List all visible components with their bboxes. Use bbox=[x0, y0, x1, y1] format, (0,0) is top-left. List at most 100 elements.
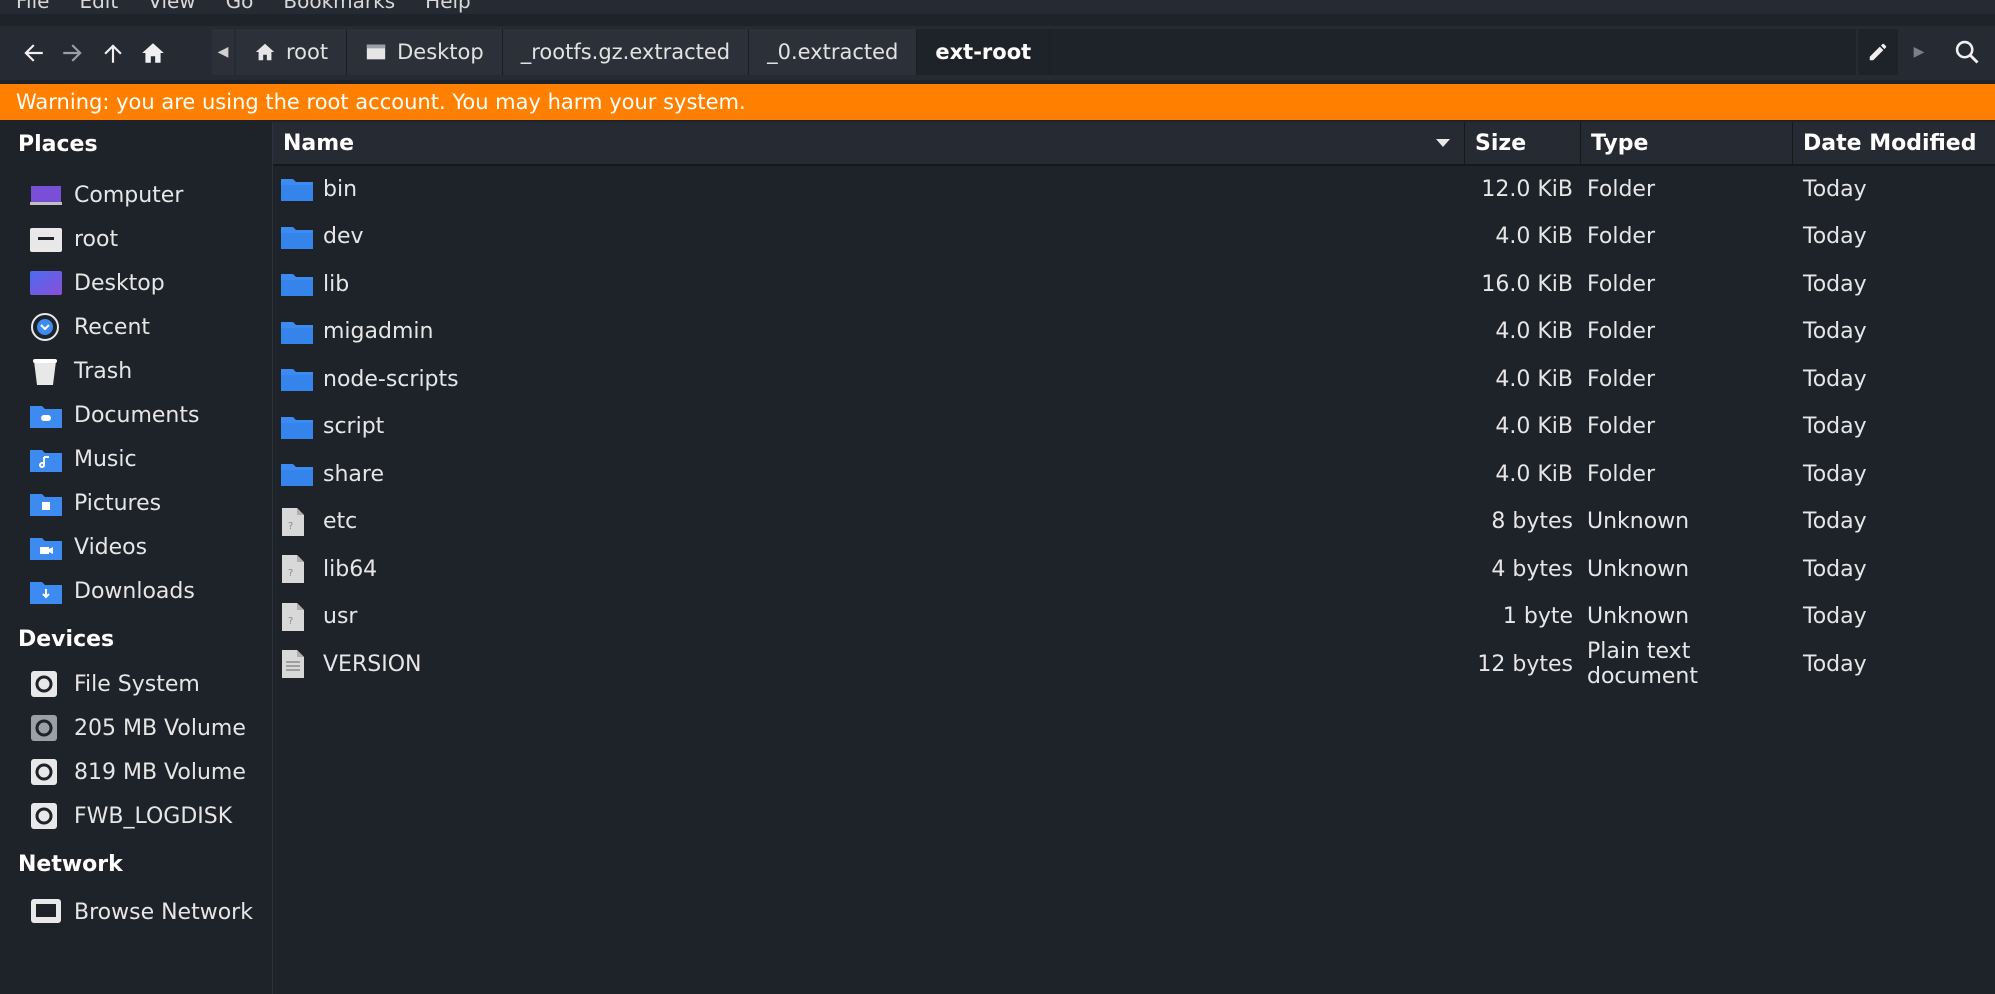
sidebar-item-computer[interactable]: Computer bbox=[30, 175, 183, 215]
crumb-label: Desktop bbox=[397, 40, 484, 64]
forward-button[interactable] bbox=[54, 33, 92, 73]
column-date-modified[interactable]: Date Modified bbox=[1793, 122, 1995, 164]
file-name-cell: lib bbox=[281, 261, 1431, 307]
file-row[interactable]: ? usr 1 byte Unknown Today bbox=[273, 594, 1995, 640]
unknown-file-icon: ? bbox=[281, 602, 315, 632]
file-date-modified: Today bbox=[1803, 461, 1867, 487]
file-name: etc bbox=[323, 509, 358, 534]
home-button[interactable] bbox=[134, 33, 172, 73]
file-type: Folder bbox=[1587, 271, 1655, 297]
menu-bookmarks[interactable]: Bookmarks bbox=[283, 0, 395, 13]
sidebar-item-trash[interactable]: Trash bbox=[30, 351, 132, 391]
file-row[interactable]: node-scripts 4.0 KiB Folder Today bbox=[273, 356, 1995, 402]
file-row[interactable]: lib 16.0 KiB Folder Today bbox=[273, 261, 1995, 307]
column-name[interactable]: Name bbox=[273, 122, 1465, 164]
sidebar-item-pictures[interactable]: Pictures bbox=[30, 483, 161, 523]
sidebar-item-label: Browse Network bbox=[74, 899, 253, 925]
search-button[interactable] bbox=[1944, 29, 1990, 75]
file-row[interactable]: ? lib64 4 bytes Unknown Today bbox=[273, 546, 1995, 592]
menu-edit[interactable]: Edit bbox=[79, 0, 118, 13]
sidebar-item-205mb-volume[interactable]: 205 MB Volume bbox=[30, 708, 246, 748]
sidebar-item-root[interactable]: root bbox=[30, 219, 118, 259]
folder-icon bbox=[281, 412, 315, 442]
crumb-ext-root[interactable]: ext-root bbox=[917, 29, 1051, 75]
file-row[interactable]: script 4.0 KiB Folder Today bbox=[273, 404, 1995, 450]
menu-go[interactable]: Go bbox=[226, 0, 254, 13]
crumb-label: _0.extracted bbox=[767, 40, 899, 64]
file-size: 4.0 KiB bbox=[1495, 461, 1573, 487]
file-size: 12.0 KiB bbox=[1481, 176, 1573, 202]
file-size: 4.0 KiB bbox=[1495, 319, 1573, 344]
menu-help[interactable]: Help bbox=[425, 0, 471, 13]
sidebar-item-videos[interactable]: Videos bbox=[30, 527, 147, 567]
file-row[interactable]: ? etc 8 bytes Unknown Today bbox=[273, 499, 1995, 545]
sidebar-item-file-system[interactable]: File System bbox=[30, 664, 200, 704]
svg-text:?: ? bbox=[288, 616, 293, 627]
drive-icon bbox=[30, 669, 66, 699]
file-row[interactable]: bin 12.0 KiB Folder Today bbox=[273, 166, 1995, 212]
file-size: 4 bytes bbox=[1491, 556, 1573, 582]
crumb-desktop[interactable]: Desktop bbox=[347, 29, 503, 75]
file-name-cell: share bbox=[281, 451, 1431, 497]
arrow-left-icon bbox=[24, 44, 43, 62]
pathbar-scroll-left[interactable]: ◀ bbox=[212, 29, 234, 75]
file-name-cell: ? lib64 bbox=[281, 546, 1431, 592]
pencil-icon bbox=[1869, 43, 1887, 61]
menu-view[interactable]: View bbox=[148, 0, 195, 13]
sidebar-item-recent[interactable]: Recent bbox=[30, 307, 150, 347]
places-heading: Places bbox=[18, 132, 98, 157]
column-size-label: Size bbox=[1475, 130, 1527, 156]
back-button[interactable] bbox=[14, 33, 52, 73]
folder-icon bbox=[281, 459, 315, 489]
file-name: VERSION bbox=[323, 651, 422, 677]
file-size: 4.0 KiB bbox=[1495, 224, 1573, 249]
edit-location-button[interactable] bbox=[1858, 29, 1898, 75]
sidebar-item-label: File System bbox=[74, 671, 200, 697]
file-size: 4.0 KiB bbox=[1495, 414, 1573, 439]
sidebar: Places Computer root Desktop Recent Tras… bbox=[0, 122, 273, 994]
sort-descending-icon bbox=[1436, 139, 1450, 147]
svg-text:?: ? bbox=[288, 568, 293, 579]
svg-text:?: ? bbox=[288, 521, 293, 532]
file-type: Unknown bbox=[1587, 604, 1690, 629]
file-type: Plain text document bbox=[1587, 639, 1698, 689]
pathbar-scroll-right[interactable]: ▶ bbox=[1908, 29, 1930, 75]
sidebar-item-documents[interactable]: Documents bbox=[30, 395, 199, 435]
sidebar-item-downloads[interactable]: Downloads bbox=[30, 571, 195, 611]
file-row[interactable]: migadmin 4.0 KiB Folder Today bbox=[273, 309, 1995, 355]
path-bar-empty[interactable] bbox=[1050, 29, 1856, 75]
file-type: Unknown bbox=[1587, 556, 1690, 582]
column-type[interactable]: Type bbox=[1581, 122, 1793, 164]
file-list-view: Name Size Type Date Modified bin 12.0 KiB… bbox=[273, 122, 1995, 994]
column-size[interactable]: Size bbox=[1465, 122, 1581, 164]
home-icon bbox=[142, 43, 164, 63]
file-size: 16.0 KiB bbox=[1481, 271, 1573, 297]
file-name: share bbox=[323, 461, 384, 487]
sidebar-item-browse-network[interactable]: Browse Network bbox=[30, 892, 253, 932]
sidebar-item-fwb-logdisk[interactable]: FWB_LOGDISK bbox=[30, 796, 232, 836]
sidebar-item-music[interactable]: Music bbox=[30, 439, 137, 479]
file-name-cell: ? usr bbox=[281, 594, 1431, 640]
file-row[interactable]: VERSION 12 bytes Plain text document Today bbox=[273, 639, 1995, 689]
file-row[interactable]: share 4.0 KiB Folder Today bbox=[273, 451, 1995, 497]
computer-icon bbox=[30, 180, 66, 210]
sidebar-item-desktop[interactable]: Desktop bbox=[30, 263, 165, 303]
crumb-root[interactable]: root bbox=[236, 29, 348, 75]
file-date-modified: Today bbox=[1803, 176, 1867, 202]
file-row[interactable]: dev 4.0 KiB Folder Today bbox=[273, 214, 1995, 260]
sidebar-item-819mb-volume[interactable]: 819 MB Volume bbox=[30, 752, 246, 792]
up-button[interactable] bbox=[94, 33, 132, 73]
menu-file[interactable]: File bbox=[16, 0, 49, 13]
arrow-up-icon bbox=[104, 44, 122, 63]
home-icon bbox=[254, 41, 276, 63]
network-icon bbox=[30, 897, 66, 927]
folder-icon bbox=[281, 222, 315, 252]
sidebar-item-label: Videos bbox=[74, 534, 148, 560]
home-folder-icon bbox=[30, 224, 66, 254]
trash-icon bbox=[30, 356, 66, 386]
file-date-modified: Today bbox=[1803, 271, 1867, 297]
crumb-rootfs[interactable]: _rootfs.gz.extracted bbox=[502, 29, 750, 75]
file-size: 1 byte bbox=[1502, 604, 1573, 629]
file-type: Folder bbox=[1587, 461, 1655, 487]
crumb-0-extracted[interactable]: _0.extracted bbox=[749, 29, 918, 75]
